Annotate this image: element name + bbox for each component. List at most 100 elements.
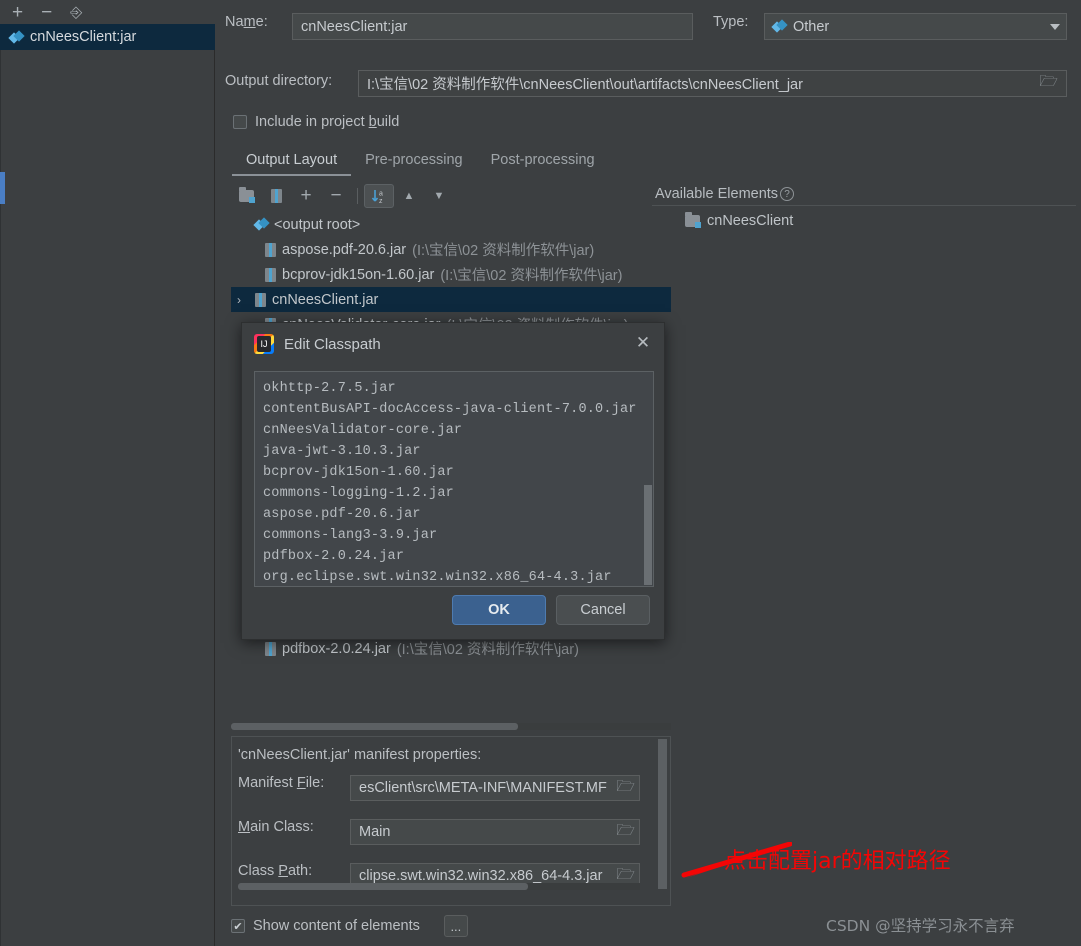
classpath-textarea[interactable]: okhttp-2.7.5.jar contentBusAPI-docAccess…	[254, 371, 654, 587]
include-in-build-label: Include in project build	[255, 114, 400, 130]
panel-divider	[0, 0, 1, 946]
tree-horizontal-scrollbar[interactable]	[231, 723, 671, 730]
name-input[interactable]: cnNeesClient:jar	[292, 13, 693, 40]
tree-horizontal-scrollbar-thumb[interactable]	[231, 723, 518, 730]
manifest-horizontal-scrollbar[interactable]	[238, 883, 640, 890]
folder-open-icon[interactable]: 🗁	[1039, 71, 1058, 96]
classpath-scrollbar-thumb[interactable]	[644, 485, 652, 585]
tree-row[interactable]: <output root>	[231, 212, 671, 237]
name-label: Name:	[225, 14, 268, 30]
sort-alphabetically-button[interactable]: a z	[364, 184, 394, 208]
output-directory-value: I:\宝信\02 资料制作软件\cnNeesClient\out\artifac…	[367, 77, 803, 93]
classpath-line: commons-lang3-3.9.jar	[263, 528, 438, 543]
manifest-file-row: Manifest File:	[238, 775, 350, 791]
artifact-type-diamond-icon	[773, 20, 786, 33]
folder-open-icon[interactable]: 🗁	[616, 776, 635, 800]
manifest-properties-panel: 'cnNeesClient.jar' manifest properties: …	[231, 736, 671, 906]
available-divider	[652, 205, 1076, 206]
show-content-checkbox-box[interactable]	[231, 919, 245, 933]
add-copy-of-button[interactable]: +	[291, 184, 321, 208]
type-select-value: Other	[793, 18, 830, 35]
move-down-button[interactable]: ▼	[424, 184, 454, 208]
include-in-build-checkbox[interactable]: Include in project build	[233, 114, 399, 130]
intellij-idea-icon	[254, 334, 274, 354]
intellij-artifacts-settings-window: + − ⎆ cnNeesClient:jar Name: cnNeesClien…	[0, 0, 1081, 946]
output-directory-input[interactable]: I:\宝信\02 资料制作软件\cnNeesClient\out\artifac…	[358, 70, 1067, 97]
artifact-list-item[interactable]: cnNeesClient:jar	[0, 24, 215, 50]
remove-artifact-button[interactable]: −	[41, 3, 52, 22]
main-class-row: Main Class:	[238, 819, 350, 835]
svg-text:z: z	[379, 198, 383, 205]
watermark-text: CSDN @坚持学习永不言弃	[826, 917, 1015, 935]
show-content-label: Show content of elements	[253, 918, 420, 934]
include-in-build-checkbox-box[interactable]	[233, 115, 247, 129]
dialog-title: Edit Classpath	[284, 335, 381, 353]
manifest-file-input[interactable]: esClient\src\META-INF\MANIFEST.MF 🗁	[350, 775, 640, 801]
move-up-button[interactable]: ▲	[394, 184, 424, 208]
classpath-line: commons-logging-1.2.jar	[263, 486, 454, 501]
tab-pre-processing[interactable]: Pre-processing	[351, 148, 477, 176]
class-path-row: Class Path:	[238, 863, 350, 879]
ok-button[interactable]: OK	[452, 595, 546, 625]
manifest-properties-title: 'cnNeesClient.jar' manifest properties:	[238, 747, 482, 763]
classpath-line: aspose.pdf-20.6.jar	[263, 507, 421, 522]
classpath-scrollbar[interactable]	[643, 372, 653, 586]
tree-row-selected[interactable]: › cnNeesClient.jar	[231, 287, 671, 312]
jar-icon	[270, 189, 282, 203]
artifacts-toolbar: + − ⎆	[0, 0, 215, 24]
dialog-buttons: OK Cancel	[242, 595, 666, 625]
chevron-down-icon[interactable]	[1050, 23, 1060, 30]
tab-output-layout[interactable]: Output Layout	[232, 148, 352, 176]
main-class-value: Main	[359, 824, 391, 840]
add-artifact-button[interactable]: +	[12, 3, 23, 22]
tree-row-label: <output root>	[274, 216, 361, 233]
manifest-horizontal-scrollbar-thumb[interactable]	[238, 883, 528, 890]
more-options-button[interactable]: ...	[443, 915, 468, 937]
folder-open-icon[interactable]: 🗁	[616, 820, 635, 844]
type-select[interactable]: Other	[764, 13, 1067, 40]
chevron-right-icon[interactable]: ›	[237, 293, 249, 307]
tree-row[interactable]: bcprov-jdk15on-1.60.jar (I:\宝信\02 资料制作软件…	[231, 262, 671, 287]
jar-icon	[255, 292, 266, 307]
tree-row-label: bcprov-jdk15on-1.60.jar	[282, 266, 435, 283]
jar-icon	[265, 641, 276, 656]
artifact-list-item-label: cnNeesClient:jar	[30, 29, 137, 45]
classpath-line: bcprov-jdk15on-1.60.jar	[263, 465, 454, 480]
manifest-file-label: Manifest File:	[238, 775, 325, 791]
create-archive-button[interactable]	[261, 184, 291, 208]
new-folder-icon	[238, 187, 255, 203]
manifest-vertical-scrollbar-thumb[interactable]	[658, 739, 667, 889]
tree-row-path: (I:\宝信\02 资料制作软件\jar)	[440, 268, 623, 284]
tree-row-path: (I:\宝信\02 资料制作软件\jar)	[396, 642, 579, 658]
tab-output-layout-label: Output Layout	[246, 152, 338, 168]
tree-row[interactable]: aspose.pdf-20.6.jar (I:\宝信\02 资料制作软件\jar…	[231, 237, 671, 262]
output-dir-row: Output directory:	[225, 73, 332, 89]
close-icon[interactable]: ✕	[634, 334, 652, 353]
available-elements-label: Available Elements	[655, 186, 779, 202]
tab-post-processing[interactable]: Post-processing	[477, 148, 609, 176]
create-directory-button[interactable]	[231, 184, 261, 208]
classpath-line: okhttp-2.7.5.jar	[263, 381, 396, 396]
output-directory-label: Output directory:	[225, 73, 333, 89]
classpath-line: cnNeesValidator-core.jar	[263, 423, 463, 438]
cancel-button[interactable]: Cancel	[556, 595, 650, 625]
tree-row-label: cnNeesClient.jar	[272, 291, 379, 308]
classpath-line: pdfbox-2.0.24.jar	[263, 549, 405, 564]
output-root-icon	[255, 218, 268, 231]
class-path-value: clipse.swt.win32.win32.x86_64-4.3.jar	[359, 868, 603, 884]
main-class-input[interactable]: Main 🗁	[350, 819, 640, 845]
copy-artifact-button[interactable]: ⎆	[70, 5, 82, 20]
classpath-lines: okhttp-2.7.5.jar contentBusAPI-docAccess…	[255, 372, 653, 586]
manifest-file-value: esClient\src\META-INF\MANIFEST.MF	[359, 780, 607, 796]
type-label: Type:	[713, 14, 749, 30]
help-icon[interactable]: ?	[780, 187, 795, 201]
tree-row-path: (I:\宝信\02 资料制作软件\jar)	[412, 243, 595, 259]
available-element-item[interactable]: cnNeesClient	[685, 212, 793, 229]
classpath-line: contentBusAPI-docAccess-java-client-7.0.…	[263, 402, 637, 417]
remove-element-button[interactable]: −	[321, 184, 351, 208]
jar-icon	[265, 242, 276, 257]
scroll-indicator[interactable]	[0, 172, 5, 204]
class-path-label: Class Path:	[238, 863, 313, 879]
show-content-checkbox[interactable]: Show content of elements ...	[231, 915, 468, 937]
type-row: Type:	[713, 14, 748, 30]
